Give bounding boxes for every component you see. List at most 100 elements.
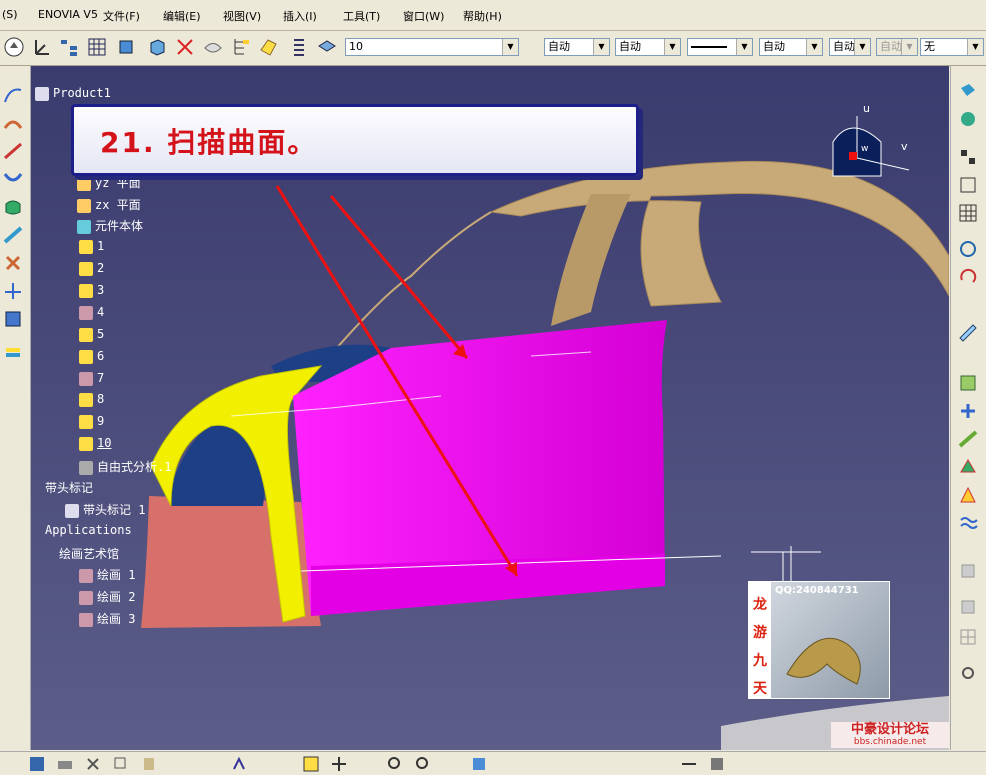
style-combo[interactable]: 无 ▼ xyxy=(920,38,984,56)
zoom-in-icon[interactable] xyxy=(386,755,404,773)
tree-item-10[interactable]: 10 xyxy=(79,436,111,451)
menu-help[interactable]: 帮助(H) xyxy=(463,8,502,24)
tree-product1[interactable]: Product1 xyxy=(35,86,111,101)
chevron-down-icon[interactable]: ▼ xyxy=(806,39,822,55)
settings-icon[interactable] xyxy=(957,662,979,684)
grid-icon[interactable] xyxy=(86,36,108,58)
hand-select-icon[interactable] xyxy=(3,36,25,58)
curvature-icon[interactable] xyxy=(957,428,979,450)
tree-yz-plane[interactable]: yz 平面 xyxy=(77,174,141,191)
hide-show-bottom-icon[interactable] xyxy=(708,755,726,773)
rotate-icon[interactable] xyxy=(957,266,979,288)
surface-tool-icon[interactable] xyxy=(2,112,24,134)
paste-icon[interactable] xyxy=(140,755,158,773)
blend-tool-icon[interactable] xyxy=(2,168,24,190)
tree-drawing-2[interactable]: 绘画 2 xyxy=(79,588,135,605)
tree-drawing-1[interactable]: 绘画 1 xyxy=(79,566,135,583)
cube-icon[interactable] xyxy=(146,36,168,58)
pan-icon[interactable] xyxy=(330,755,348,773)
chevron-down-icon[interactable]: ▼ xyxy=(967,39,983,55)
menu-window[interactable]: 窗口(W) xyxy=(403,8,444,24)
draft-icon[interactable] xyxy=(957,484,979,506)
menu-edit[interactable]: 编辑(E) xyxy=(163,8,201,24)
analysis-tool-icon[interactable] xyxy=(2,308,24,330)
spring-icon[interactable] xyxy=(957,512,979,534)
table-icon[interactable] xyxy=(957,202,979,224)
normal-view-icon[interactable] xyxy=(470,755,488,773)
menu-start[interactable]: (S) xyxy=(2,8,18,21)
tree-item-2[interactable]: 2 xyxy=(79,261,104,276)
view-dim-icon[interactable] xyxy=(957,174,979,196)
rendering-combo: 自动 ▼ xyxy=(876,38,918,56)
chevron-down-icon[interactable]: ▼ xyxy=(502,39,518,55)
environment-icon[interactable] xyxy=(957,108,979,130)
tree-item-label: 1 xyxy=(97,239,105,253)
extrude-tool-icon[interactable] xyxy=(2,224,24,246)
paint-tool-icon[interactable] xyxy=(2,338,24,360)
chevron-down-icon[interactable]: ▼ xyxy=(664,39,680,55)
highlight-icon[interactable] xyxy=(957,456,979,478)
chevron-down-icon[interactable]: ▼ xyxy=(854,39,870,55)
curve-tool-icon[interactable] xyxy=(2,84,24,106)
tree-freeform-analysis[interactable]: 自由式分析.1 xyxy=(79,458,171,475)
compass-handle[interactable] xyxy=(849,152,857,160)
tree-annotation-1[interactable]: 带头标记 1 xyxy=(65,501,145,518)
tree-structure-icon[interactable] xyxy=(58,36,80,58)
tree-painting-gallery[interactable]: 绘画艺术馆 xyxy=(59,545,119,562)
watermark-char-strip: 龙 游 九 天 xyxy=(749,582,771,698)
tree-item-7[interactable]: 7 xyxy=(79,371,104,386)
transparency-combo[interactable]: 自动 ▼ xyxy=(615,38,681,56)
tree-item-3[interactable]: 3 xyxy=(79,283,104,298)
compass-align-icon[interactable] xyxy=(957,238,979,260)
tree-item-1[interactable]: 1 xyxy=(79,239,104,254)
tree-part-body[interactable]: 元件本体 xyxy=(77,217,143,234)
trim-tool-icon[interactable] xyxy=(2,280,24,302)
spec-tree-icon[interactable] xyxy=(230,36,252,58)
tree-annotations[interactable]: 带头标记 xyxy=(45,479,93,496)
menu-file[interactable]: 文件(F) xyxy=(103,8,140,24)
linetype-combo[interactable]: ▼ xyxy=(687,38,753,56)
lineweight-combo[interactable]: 自动 ▼ xyxy=(759,38,823,56)
zoom-out-icon[interactable] xyxy=(414,755,432,773)
menu-view[interactable]: 视图(V) xyxy=(223,8,261,24)
layer-filter-icon[interactable] xyxy=(316,36,338,58)
chevron-down-icon[interactable]: ▼ xyxy=(736,39,752,55)
whats-this-icon[interactable] xyxy=(230,755,248,773)
tree-applications[interactable]: Applications xyxy=(45,523,132,537)
snap-grid-icon[interactable] xyxy=(957,146,979,168)
offset-tool-icon[interactable] xyxy=(2,252,24,274)
sweep-tool-icon[interactable] xyxy=(2,140,24,162)
connect-icon[interactable] xyxy=(957,400,979,422)
menu-enovia[interactable]: ENOVIA V5 xyxy=(38,8,98,21)
menu-insert[interactable]: 插入(I) xyxy=(283,8,317,24)
axis-system-icon[interactable] xyxy=(30,36,52,58)
swap-icon[interactable] xyxy=(680,755,698,773)
tree-item-4[interactable]: 4 xyxy=(79,305,104,320)
copy-icon[interactable] xyxy=(112,755,130,773)
tree-drawing-3[interactable]: 绘画 3 xyxy=(79,610,135,627)
print-icon[interactable] xyxy=(56,755,74,773)
tree-item-9[interactable]: 9 xyxy=(79,414,104,429)
color-combo[interactable]: 自动 ▼ xyxy=(544,38,610,56)
point-symbol-combo[interactable]: 自动 ▼ xyxy=(829,38,871,56)
fit-all-icon[interactable] xyxy=(302,755,320,773)
tree-item-6[interactable]: 6 xyxy=(79,349,104,364)
section-icon[interactable] xyxy=(957,372,979,394)
measure-icon[interactable] xyxy=(957,322,979,344)
menu-tools[interactable]: 工具(T) xyxy=(343,8,380,24)
fill-surface-icon[interactable] xyxy=(2,196,24,218)
save-icon[interactable] xyxy=(28,755,46,773)
tree-item-8[interactable]: 8 xyxy=(79,392,104,407)
hide-show-icon[interactable] xyxy=(202,36,224,58)
tree-item-5[interactable]: 5 xyxy=(79,327,104,342)
tree-zx-plane[interactable]: zx 平面 xyxy=(77,196,141,213)
layer-list-icon[interactable] xyxy=(288,36,310,58)
selection-icon[interactable] xyxy=(258,36,280,58)
render-icon[interactable] xyxy=(957,80,979,102)
cube-layer-icon[interactable] xyxy=(116,36,138,58)
3d-viewport[interactable]: u v w Product1 yz 平面 zx 平面 元件本体 1 2 3 4 … xyxy=(31,66,949,750)
cut-icon[interactable] xyxy=(84,755,102,773)
chevron-down-icon[interactable]: ▼ xyxy=(593,39,609,55)
swap-visible-icon[interactable] xyxy=(174,36,196,58)
layer-combo[interactable]: 10 ▼ xyxy=(345,38,519,56)
